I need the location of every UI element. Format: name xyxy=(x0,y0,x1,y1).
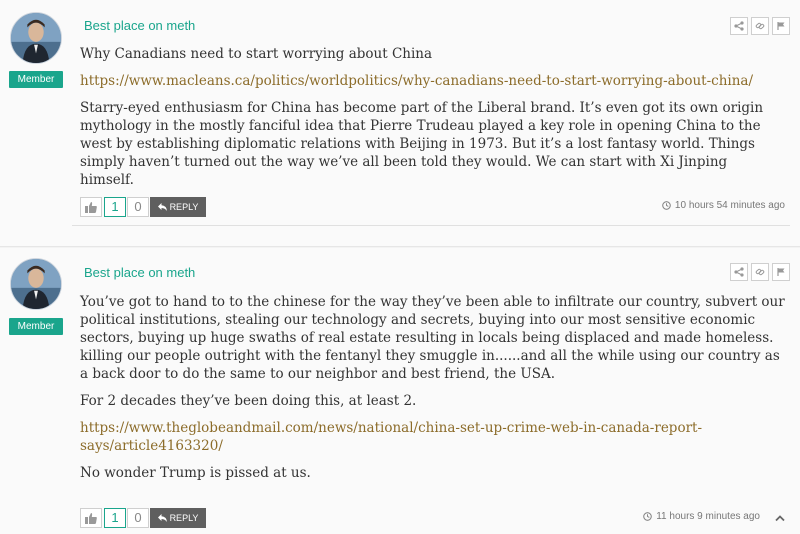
like-button[interactable] xyxy=(80,508,102,528)
comment-author[interactable]: Best place on meth xyxy=(84,18,195,33)
comment-paragraph: For 2 decades they’ve been doing this, a… xyxy=(80,393,417,409)
reply-arrow-icon xyxy=(157,514,167,522)
like-count: 1 xyxy=(104,197,126,217)
chevron-up-icon[interactable] xyxy=(775,514,785,522)
like-count: 1 xyxy=(104,508,126,528)
divider xyxy=(72,225,790,226)
thumbs-up-icon xyxy=(85,201,97,213)
comment-link[interactable]: https://www.macleans.ca/politics/worldpo… xyxy=(80,73,753,89)
member-badge: Member xyxy=(9,318,63,335)
flag-icon xyxy=(777,268,785,276)
share-button[interactable] xyxy=(730,263,748,281)
comment-paragraph: No wonder Trump is pissed at us. xyxy=(80,465,311,481)
link-icon xyxy=(755,22,765,30)
clock-icon xyxy=(643,512,653,521)
share-icon xyxy=(734,21,744,31)
link-button[interactable] xyxy=(751,263,769,281)
comment-author[interactable]: Best place on meth xyxy=(84,265,195,280)
flag-button[interactable] xyxy=(772,263,790,281)
link-button[interactable] xyxy=(751,17,769,35)
comment-timestamp[interactable]: 11 hours 9 minutes ago xyxy=(643,511,760,522)
comment-body: You’ve got to hand to to the chinese for… xyxy=(80,293,785,491)
comment-timestamp[interactable]: 10 hours 54 minutes ago xyxy=(662,200,785,211)
clock-icon xyxy=(662,201,671,210)
comment-footer: 1 0 REPLY 11 hours 9 minutes ago xyxy=(80,508,785,528)
link-icon xyxy=(755,268,765,276)
flag-button[interactable] xyxy=(772,17,790,35)
avatar[interactable] xyxy=(10,258,62,310)
reply-button[interactable]: REPLY xyxy=(150,197,206,217)
reply-label: REPLY xyxy=(169,513,199,523)
share-icon xyxy=(734,267,744,277)
reply-arrow-icon xyxy=(157,203,167,211)
comment-actions xyxy=(730,263,790,281)
dislike-count[interactable]: 0 xyxy=(127,508,149,528)
thumbs-up-icon xyxy=(85,512,97,524)
comment-actions xyxy=(730,17,790,35)
dislike-count[interactable]: 0 xyxy=(127,197,149,217)
like-button[interactable] xyxy=(80,197,102,217)
share-button[interactable] xyxy=(730,17,748,35)
flag-icon xyxy=(777,22,785,30)
comment-body: Why Canadians need to start worrying abo… xyxy=(80,45,785,198)
timestamp-text: 11 hours 9 minutes ago xyxy=(656,511,760,522)
reply-button[interactable]: REPLY xyxy=(150,508,206,528)
reply-label: REPLY xyxy=(169,202,199,212)
avatar[interactable] xyxy=(10,12,62,64)
timestamp-text: 10 hours 54 minutes ago xyxy=(674,200,785,211)
comment-paragraph: Starry-eyed enthusiasm for China has bec… xyxy=(80,100,764,188)
comment-footer: 1 0 REPLY 10 hours 54 minutes ago xyxy=(80,197,785,217)
comment-paragraph: You’ve got to hand to to the chinese for… xyxy=(80,294,785,382)
avatar-image xyxy=(11,13,61,63)
comment-paragraph: Why Canadians need to start worrying abo… xyxy=(80,46,433,62)
member-badge: Member xyxy=(9,71,63,88)
avatar-image xyxy=(11,259,61,309)
comment-link[interactable]: https://www.theglobeandmail.com/news/nat… xyxy=(80,420,702,454)
